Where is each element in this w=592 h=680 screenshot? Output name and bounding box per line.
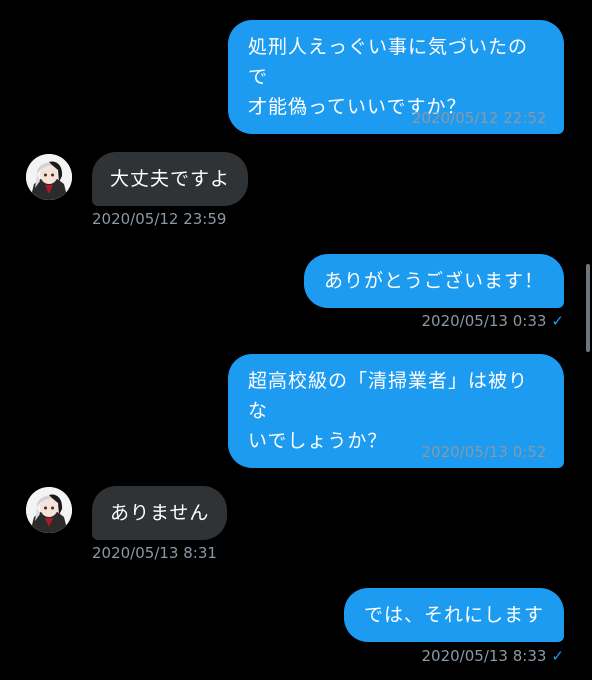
message-timestamp: 2020/05/12 22:52: [411, 109, 547, 127]
sent-message-bubble[interactable]: では、それにします: [343, 588, 564, 642]
message-meta: 2020/05/13 0:33 ✓: [422, 312, 565, 330]
checkmark-icon: ✓: [551, 443, 564, 461]
anime-character-avatar-icon: [26, 487, 72, 533]
message-timestamp: 2020/05/13 8:33: [421, 647, 547, 665]
message-timestamp: 2020/05/13 0:52: [421, 443, 547, 461]
anime-character-avatar-icon: [26, 154, 72, 200]
checkmark-icon: ✓: [551, 109, 564, 127]
message-thread: 処刑人えっぐい事に気づいたので 才能偽っていいですか？ 2020/05/12 2…: [0, 0, 592, 680]
message-meta: 2020/05/12 22:52 ✓: [412, 109, 564, 127]
received-message-bubble[interactable]: ありません: [92, 486, 228, 540]
message-meta: 2020/05/13 8:33 ✓: [422, 647, 565, 665]
message-meta: 2020/05/13 0:52 ✓: [422, 443, 565, 461]
checkmark-icon: ✓: [551, 312, 564, 330]
checkmark-icon: ✓: [551, 647, 564, 665]
sent-message-bubble[interactable]: ありがとうございます！: [303, 254, 564, 308]
message-timestamp: 2020/05/13 0:33: [421, 312, 547, 330]
message-timestamp: 2020/05/12 23:59: [92, 210, 227, 228]
avatar[interactable]: [26, 487, 72, 533]
received-message-bubble[interactable]: 大丈夫ですよ: [92, 152, 249, 206]
scrollbar[interactable]: [586, 264, 590, 352]
message-timestamp: 2020/05/13 8:31: [92, 544, 217, 562]
avatar[interactable]: [26, 154, 72, 200]
